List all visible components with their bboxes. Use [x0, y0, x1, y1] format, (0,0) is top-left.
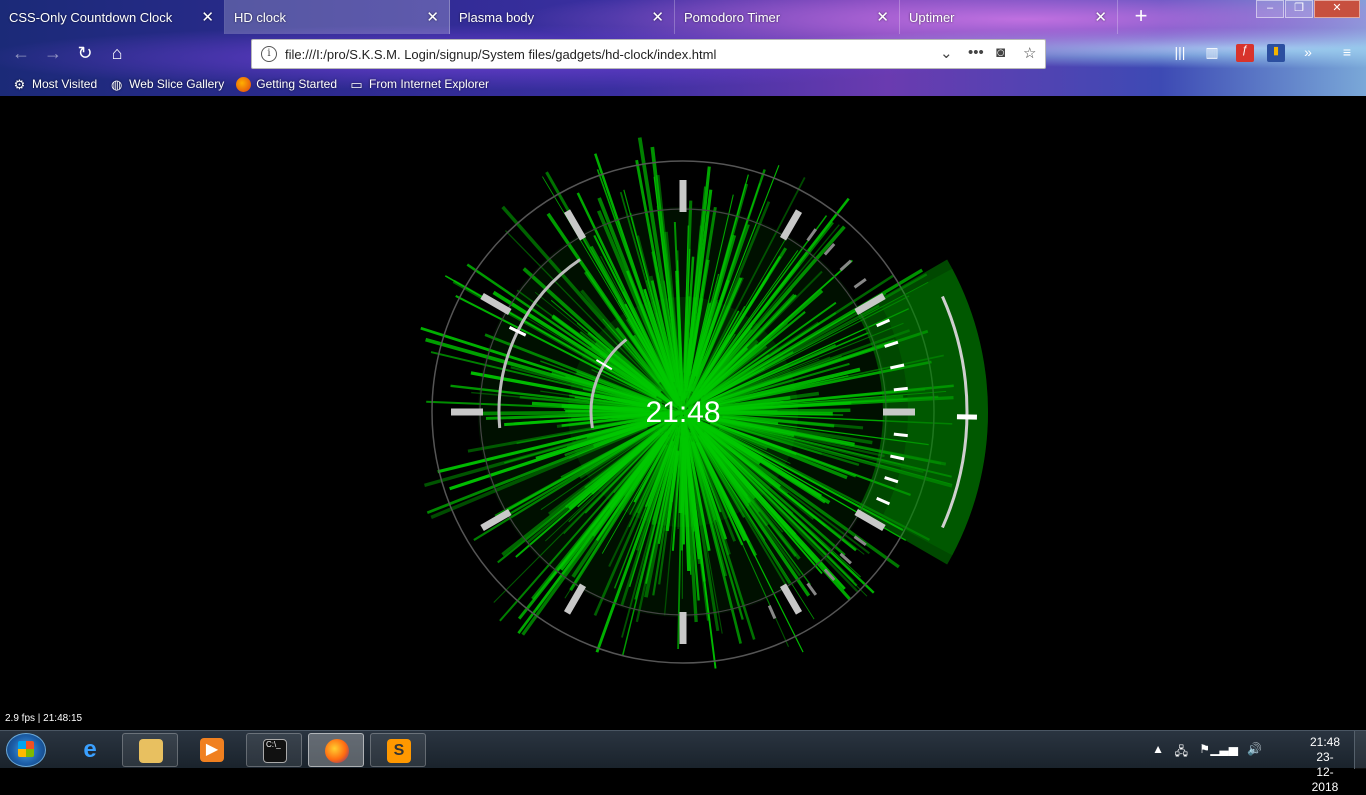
- minimize-icon[interactable]: –: [1256, 0, 1284, 18]
- tab-pomodoro-timer[interactable]: Pomodoro Timer ✕: [675, 0, 900, 34]
- system-time: 21:48: [1310, 735, 1340, 750]
- sidebar-icon[interactable]: ▥: [1203, 44, 1221, 62]
- tab-hd-clock[interactable]: HD clock ✕: [225, 0, 450, 34]
- clock-time: 21:48: [583, 396, 783, 430]
- gear-icon: ⚙: [12, 77, 27, 92]
- command-prompt-icon[interactable]: C:\_: [246, 733, 302, 767]
- console-glyph: C:\_: [263, 739, 287, 763]
- system-date: 23-12-2018: [1310, 750, 1340, 795]
- info-icon[interactable]: i: [261, 46, 277, 62]
- windows-taskbar: e ▶ C:\_ S ▲ 🖧 ⚑ ▁▃▅ 🔊 21:48 23-12-2018: [0, 730, 1366, 768]
- bookmark-label: Most Visited: [32, 77, 97, 91]
- bookmark-web-slice-gallery[interactable]: ◍ Web Slice Gallery: [109, 74, 224, 94]
- play-glyph: ▶: [200, 738, 224, 762]
- media-player-icon[interactable]: ▶: [184, 733, 240, 767]
- tab-uptimer[interactable]: Uptimer ✕: [900, 0, 1118, 34]
- close-window-icon[interactable]: ✕: [1314, 0, 1360, 18]
- system-clock[interactable]: 21:48 23-12-2018: [1310, 735, 1340, 795]
- folder-glyph: [139, 739, 163, 763]
- tab-css-only-countdown-clock[interactable]: CSS-Only Countdown Clock ✕: [0, 0, 225, 34]
- more-actions-icon[interactable]: •••: [968, 44, 984, 61]
- close-tab-icon[interactable]: ✕: [426, 8, 439, 26]
- firefox-glyph: [325, 739, 349, 763]
- action-center-flag-icon[interactable]: ⚑: [1199, 742, 1210, 756]
- tab-title: Uptimer: [909, 10, 955, 25]
- file-explorer-icon[interactable]: [122, 733, 178, 767]
- restore-icon[interactable]: ❐: [1285, 0, 1313, 18]
- hour-tick: [567, 211, 583, 239]
- tab-title: HD clock: [234, 10, 286, 25]
- close-tab-icon[interactable]: ✕: [651, 8, 664, 26]
- tab-title: Pomodoro Timer: [684, 10, 780, 25]
- bookmark-star-icon[interactable]: ☆: [1023, 44, 1036, 62]
- overflow-chevron-icon[interactable]: »: [1299, 44, 1317, 62]
- url-bar[interactable]: i file:///I:/pro/S.K.S.M. Login/signup/S…: [251, 39, 1046, 69]
- page-content: 21:48 2.9 fps | 21:48:15: [0, 96, 1366, 730]
- tab-plasma-body[interactable]: Plasma body ✕: [450, 0, 675, 34]
- internet-explorer-icon[interactable]: e: [62, 733, 118, 767]
- minute-tick: [894, 388, 908, 389]
- navigation-bar: ← → ↻ ⌂ i file:///I:/pro/S.K.S.M. Login/…: [0, 36, 1366, 72]
- minute-tick: [841, 261, 851, 270]
- bookmark-getting-started[interactable]: Getting Started: [236, 74, 337, 94]
- bookmark-from-internet-explorer[interactable]: ▭ From Internet Explorer: [349, 74, 489, 94]
- minute-tick: [769, 606, 775, 619]
- browser-chrome: CSS-Only Countdown Clock ✕ HD clock ✕ Pl…: [0, 0, 1366, 96]
- volume-icon[interactable]: 🔊: [1247, 742, 1262, 756]
- tab-title: CSS-Only Countdown Clock: [9, 10, 172, 25]
- minute-tick: [894, 434, 908, 435]
- minute-tick: [808, 229, 816, 240]
- back-arrow-icon[interactable]: ←: [8, 40, 34, 66]
- stats-extension-icon[interactable]: ▮: [1267, 44, 1285, 62]
- windows-logo-icon: [18, 741, 34, 757]
- close-tab-icon[interactable]: ✕: [1094, 8, 1107, 26]
- reload-icon[interactable]: ↻: [72, 40, 98, 66]
- tab-title: Plasma body: [459, 10, 534, 25]
- bookmark-label: Getting Started: [256, 77, 337, 91]
- sublime-glyph: S: [387, 739, 411, 763]
- bookmark-most-visited[interactable]: ⚙ Most Visited: [12, 74, 97, 94]
- library-icon[interactable]: |||: [1171, 44, 1189, 62]
- firefox-icon[interactable]: [308, 733, 364, 767]
- close-tab-icon[interactable]: ✕: [876, 8, 889, 26]
- chevron-down-icon[interactable]: ⌄: [940, 44, 953, 62]
- signal-strength-icon[interactable]: ▁▃▅: [1210, 742, 1238, 756]
- url-text[interactable]: file:///I:/pro/S.K.S.M. Login/signup/Sys…: [285, 47, 716, 62]
- firefox-icon: [236, 77, 251, 92]
- sublime-text-icon[interactable]: S: [370, 733, 426, 767]
- forward-arrow-icon[interactable]: →: [40, 40, 66, 66]
- plus-icon[interactable]: +: [1128, 4, 1154, 30]
- flash-icon[interactable]: ƒ: [1236, 44, 1254, 62]
- bookmark-label: Web Slice Gallery: [129, 77, 224, 91]
- home-icon[interactable]: ⌂: [104, 40, 130, 66]
- bookmark-label: From Internet Explorer: [369, 77, 489, 91]
- minute-tick: [855, 279, 866, 287]
- show-desktop-button[interactable]: [1354, 731, 1366, 769]
- internet-explorer-glyph: e: [78, 738, 102, 762]
- folder-icon: ▭: [349, 77, 364, 92]
- pocket-icon[interactable]: ◙: [996, 44, 1005, 61]
- fps-readout: 2.9 fps | 21:48:15: [5, 713, 82, 724]
- hamburger-menu-icon[interactable]: ≡: [1338, 44, 1356, 62]
- close-tab-icon[interactable]: ✕: [201, 8, 214, 26]
- hour-tick: [783, 585, 799, 613]
- window-controls: – ❐ ✕: [1255, 0, 1360, 18]
- bookmarks-toolbar: ⚙ Most Visited ◍ Web Slice Gallery Getti…: [0, 74, 1366, 94]
- tab-bar: CSS-Only Countdown Clock ✕ HD clock ✕ Pl…: [0, 0, 1366, 34]
- network-status-icon[interactable]: 🖧: [1175, 742, 1188, 763]
- start-button[interactable]: [6, 733, 46, 767]
- globe-icon: ◍: [109, 77, 124, 92]
- show-hidden-icons-icon[interactable]: ▲: [1152, 742, 1164, 756]
